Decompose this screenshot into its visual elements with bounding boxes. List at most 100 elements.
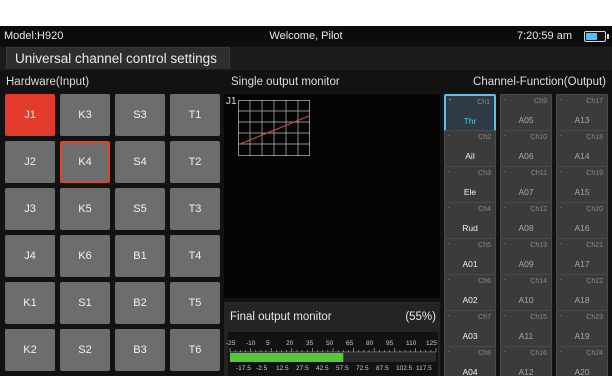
channel-number: Ch20: [586, 206, 603, 213]
channel-cell-ch7[interactable]: - Ch7 A03: [444, 310, 496, 348]
channel-cell-ch3[interactable]: - Ch3 Ele: [444, 166, 496, 204]
output-curve-graph: [238, 100, 310, 156]
channel-number: Ch3: [478, 170, 491, 177]
channel-number: Ch1: [477, 99, 490, 106]
channel-cell-ch9[interactable]: - Ch9 A05: [500, 94, 552, 132]
channel-marker: -: [448, 277, 450, 283]
input-button-j2[interactable]: J2: [5, 141, 55, 183]
channel-cell-ch8[interactable]: - Ch8 A04: [444, 346, 496, 376]
channel-cell-ch19[interactable]: - Ch19 A15: [556, 166, 608, 204]
channel-marker: -: [560, 97, 562, 103]
channel-marker: -: [448, 313, 450, 319]
channel-function: A05: [518, 115, 534, 125]
channel-function: A17: [574, 259, 590, 269]
channel-number: Ch17: [586, 98, 603, 105]
channel-marker: -: [448, 133, 450, 139]
channel-function: A12: [518, 367, 534, 376]
channel-function: A19: [574, 331, 590, 341]
channel-cell-ch16[interactable]: - Ch16 A12: [500, 346, 552, 376]
input-button-b2[interactable]: B2: [115, 282, 165, 324]
channel-cell-ch14[interactable]: - Ch14 A10: [500, 274, 552, 312]
channel-function: A01: [462, 259, 478, 269]
channel-number: Ch7: [478, 314, 491, 321]
channel-number: Ch18: [586, 134, 603, 141]
input-button-b1[interactable]: B1: [115, 235, 165, 277]
channel-number: Ch23: [586, 314, 603, 321]
channel-cell-ch11[interactable]: - Ch11 A07: [500, 166, 552, 204]
input-button-j1[interactable]: J1: [5, 94, 55, 136]
channel-cell-ch5[interactable]: - Ch5 A01: [444, 238, 496, 276]
channel-cell-ch12[interactable]: - Ch12 A08: [500, 202, 552, 240]
input-button-s5[interactable]: S5: [115, 188, 165, 230]
channel-number: Ch2: [478, 134, 491, 141]
input-button-j3[interactable]: J3: [5, 188, 55, 230]
channel-marker: -: [560, 241, 562, 247]
input-button-t6[interactable]: T6: [170, 329, 220, 371]
channel-marker: -: [504, 313, 506, 319]
input-button-s3[interactable]: S3: [115, 94, 165, 136]
channel-function: A07: [518, 187, 534, 197]
input-button-k2[interactable]: K2: [5, 329, 55, 371]
input-button-s2[interactable]: S2: [60, 329, 110, 371]
channel-cell-ch20[interactable]: - Ch20 A16: [556, 202, 608, 240]
channel-cell-ch24[interactable]: - Ch24 A20: [556, 346, 608, 376]
input-button-t3[interactable]: T3: [170, 188, 220, 230]
channel-number: Ch13: [530, 242, 547, 249]
input-button-k3[interactable]: K3: [60, 94, 110, 136]
channel-marker: -: [560, 277, 562, 283]
channel-number: Ch5: [478, 242, 491, 249]
input-button-t2[interactable]: T2: [170, 141, 220, 183]
input-button-k5[interactable]: K5: [60, 188, 110, 230]
meter-bottom-label: -2.5: [256, 365, 268, 372]
final-output-title: Final output monitor: [230, 311, 332, 323]
channel-cell-ch6[interactable]: - Ch6 A02: [444, 274, 496, 312]
hardware-input-grid: J1 K3 S3 T1 J2 K4 S4 T2 J3 K5 S5 T3 J4 K6 B1 T4 K1 S1 B2 T5…: [5, 94, 221, 376]
channel-cell-ch2[interactable]: - Ch2 Ail: [444, 130, 496, 168]
input-button-s4[interactable]: S4: [115, 141, 165, 183]
channel-function: Thr: [463, 116, 477, 126]
input-button-k6[interactable]: K6: [60, 235, 110, 277]
input-button-t4[interactable]: T4: [170, 235, 220, 277]
meter-fill: [230, 353, 344, 362]
input-button-b3[interactable]: B3: [115, 329, 165, 371]
input-button-s1[interactable]: S1: [60, 282, 110, 324]
channel-cell-ch15[interactable]: - Ch15 A11: [500, 310, 552, 348]
channel-cell-ch17[interactable]: - Ch17 A13: [556, 94, 608, 132]
channel-function: A10: [518, 295, 534, 305]
channel-cell-ch18[interactable]: - Ch18 A14: [556, 130, 608, 168]
input-button-k1[interactable]: K1: [5, 282, 55, 324]
battery-level: [586, 33, 597, 40]
channel-number: Ch4: [478, 206, 491, 213]
channel-number: Ch24: [586, 350, 603, 357]
monitor-header: Single output monitor: [231, 76, 340, 88]
channel-number: Ch21: [586, 242, 603, 249]
channel-marker: -: [448, 205, 450, 211]
output-curve-line: [239, 115, 310, 145]
channel-cell-ch22[interactable]: - Ch22 A18: [556, 274, 608, 312]
meter-bottom-label: 87.5: [376, 365, 389, 372]
channel-marker: -: [504, 241, 506, 247]
input-button-t1[interactable]: T1: [170, 94, 220, 136]
channel-function: A15: [574, 187, 590, 197]
channel-cell-ch13[interactable]: - Ch13 A09: [500, 238, 552, 276]
channel-number: Ch15: [530, 314, 547, 321]
channel-marker: -: [504, 97, 506, 103]
channel-marker: -: [560, 313, 562, 319]
channel-marker: -: [560, 169, 562, 175]
channel-cell-ch4[interactable]: - Ch4 Rud: [444, 202, 496, 240]
channel-cell-ch23[interactable]: - Ch23 A19: [556, 310, 608, 348]
meter-bottom-label: 57.5: [336, 365, 349, 372]
channel-function: A11: [518, 331, 534, 341]
channel-marker: -: [504, 205, 506, 211]
input-button-t5[interactable]: T5: [170, 282, 220, 324]
channel-cell-ch10[interactable]: - Ch10 A06: [500, 130, 552, 168]
channel-marker: -: [448, 169, 450, 175]
channel-marker: -: [560, 133, 562, 139]
meter-bottom-label: 102.5: [396, 365, 413, 372]
channel-function: A03: [462, 331, 478, 341]
channel-cell-ch1[interactable]: • Ch1 Thr: [444, 94, 496, 132]
input-button-k4[interactable]: K4: [60, 141, 110, 183]
channel-cell-ch21[interactable]: - Ch21 A17: [556, 238, 608, 276]
input-button-j4[interactable]: J4: [5, 235, 55, 277]
title-bar: Universal channel control settings: [0, 47, 612, 70]
